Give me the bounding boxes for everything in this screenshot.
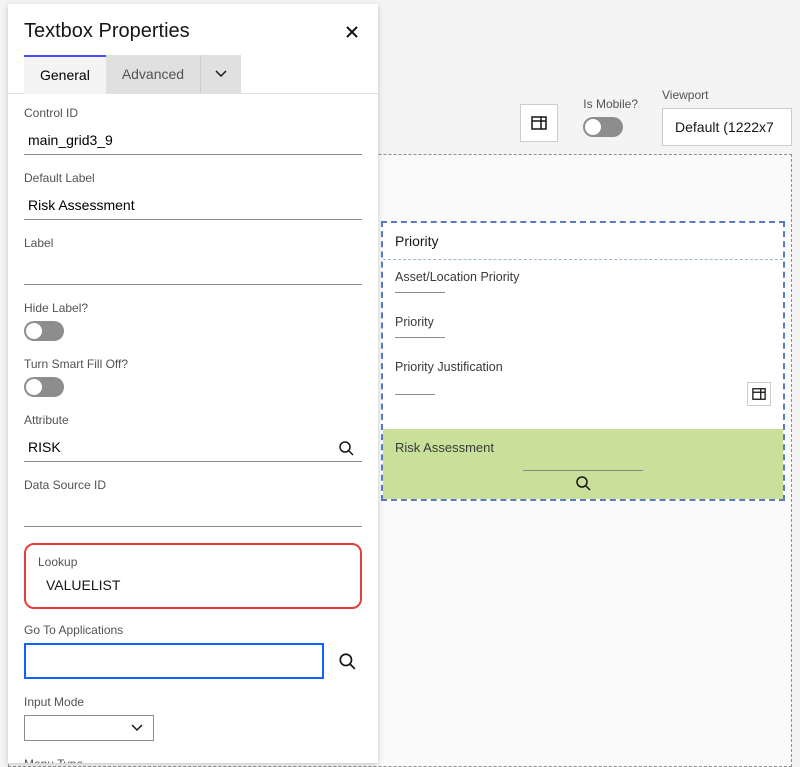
viewport-group: Viewport Default (1222x7 <box>662 88 792 146</box>
chevron-down-icon <box>131 724 143 732</box>
control-id-input[interactable] <box>24 126 362 155</box>
tab-bar: General Advanced <box>8 55 378 94</box>
chevron-down-icon <box>215 70 227 78</box>
top-toolbar: Is Mobile? Viewport Default (1222x7 <box>583 88 792 146</box>
form-body: Control ID Default Label Label Hide Labe… <box>8 94 378 763</box>
panel-header: Textbox Properties <box>8 20 378 55</box>
field-row <box>395 382 771 407</box>
justification-label: Priority Justification <box>395 360 771 374</box>
search-icon <box>338 440 354 456</box>
input-mode-select[interactable] <box>24 715 154 741</box>
priority-section-header[interactable]: Priority <box>383 223 783 260</box>
attribute-input[interactable] <box>24 433 330 462</box>
smart-fill-label: Turn Smart Fill Off? <box>24 357 362 371</box>
lookup-label: Lookup <box>38 555 348 569</box>
table-icon <box>752 387 766 401</box>
priority-field[interactable]: Priority <box>395 315 771 338</box>
hide-label-toggle[interactable] <box>24 321 64 341</box>
field-underline <box>395 337 445 338</box>
tab-advanced[interactable]: Advanced <box>106 55 200 93</box>
attribute-field: Attribute <box>24 413 362 462</box>
close-icon <box>346 26 358 38</box>
hide-label-label: Hide Label? <box>24 301 362 315</box>
table-icon <box>531 115 547 131</box>
default-label-label: Default Label <box>24 171 362 185</box>
asset-location-field[interactable]: Asset/Location Priority <box>395 270 771 293</box>
field-action-button[interactable] <box>747 382 771 406</box>
search-icon <box>575 475 591 491</box>
field-underline <box>395 394 435 395</box>
search-icon <box>338 652 356 670</box>
justification-field[interactable]: Priority Justification <box>395 360 771 407</box>
data-source-label: Data Source ID <box>24 478 362 492</box>
control-id-label: Control ID <box>24 106 362 120</box>
hide-label-field: Hide Label? <box>24 301 362 341</box>
datasource-tool-button[interactable] <box>520 104 558 142</box>
control-id-field: Control ID <box>24 106 362 155</box>
data-source-field: Data Source ID <box>24 478 362 527</box>
lookup-value[interactable]: VALUELIST <box>38 577 348 593</box>
close-button[interactable] <box>342 22 362 42</box>
smart-fill-toggle[interactable] <box>24 377 64 397</box>
priority-section[interactable]: Priority Asset/Location Priority Priorit… <box>381 221 785 501</box>
risk-search-indicator <box>523 470 643 491</box>
attribute-label: Attribute <box>24 413 362 427</box>
default-label-input[interactable] <box>24 191 362 220</box>
goto-applications-field: Go To Applications <box>24 623 362 679</box>
viewport-select[interactable]: Default (1222x7 <box>662 108 792 146</box>
panel-title: Textbox Properties <box>24 20 190 43</box>
attribute-lookup-button[interactable] <box>330 435 362 462</box>
label-input[interactable] <box>24 256 362 285</box>
smart-fill-field: Turn Smart Fill Off? <box>24 357 362 397</box>
is-mobile-toggle[interactable] <box>583 117 623 137</box>
label-field: Label <box>24 236 362 285</box>
goto-label: Go To Applications <box>24 623 362 637</box>
viewport-label: Viewport <box>662 88 792 102</box>
priority-field-label: Priority <box>395 315 771 329</box>
tab-overflow-button[interactable] <box>200 55 241 93</box>
priority-section-body: Asset/Location Priority Priority Priorit… <box>383 260 783 499</box>
input-mode-field: Input Mode <box>24 695 362 741</box>
goto-input[interactable] <box>24 643 324 679</box>
is-mobile-group: Is Mobile? <box>583 97 638 137</box>
menu-type-field: Menu Type <box>24 757 362 763</box>
is-mobile-label: Is Mobile? <box>583 97 638 111</box>
risk-assessment-label: Risk Assessment <box>395 440 494 455</box>
viewport-value: Default (1222x7 <box>675 119 774 135</box>
default-label-field: Default Label <box>24 171 362 220</box>
label-label: Label <box>24 236 362 250</box>
field-underline <box>395 292 445 293</box>
menu-type-label: Menu Type <box>24 757 362 763</box>
risk-assessment-field-selected[interactable]: Risk Assessment <box>383 429 783 499</box>
properties-panel: Textbox Properties General Advanced Cont… <box>8 4 378 763</box>
goto-lookup-button[interactable] <box>332 646 362 676</box>
data-source-input[interactable] <box>24 498 362 527</box>
asset-location-label: Asset/Location Priority <box>395 270 771 284</box>
tab-general[interactable]: General <box>24 55 106 94</box>
input-mode-label: Input Mode <box>24 695 362 709</box>
lookup-field-highlighted: Lookup VALUELIST <box>24 543 362 609</box>
